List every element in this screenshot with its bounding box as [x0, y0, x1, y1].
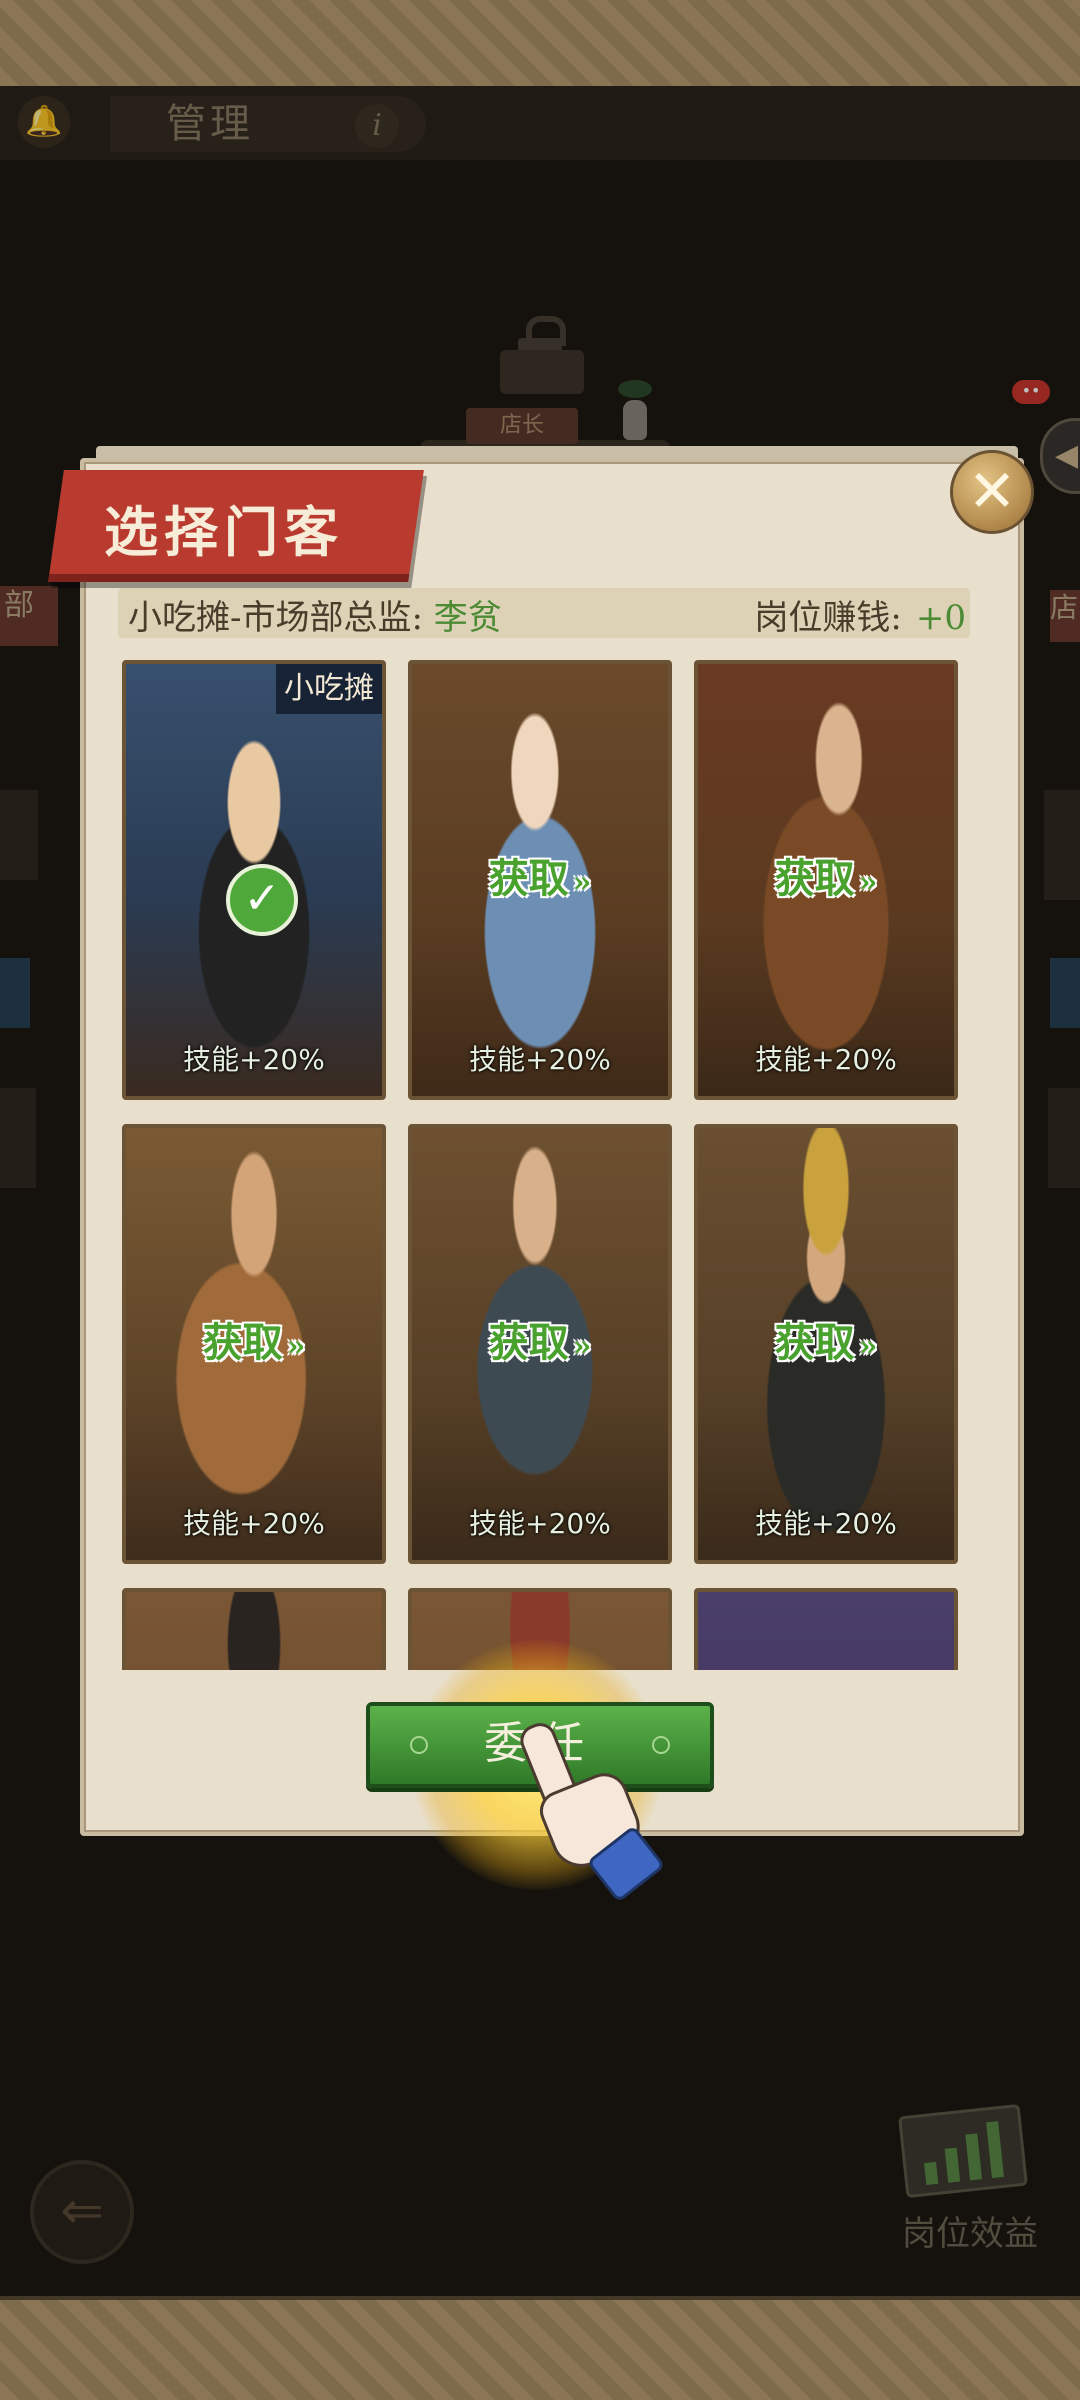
retainer-card[interactable]: 获取» 技能+20%	[122, 1124, 386, 1564]
earn-info: 岗位赚钱: +0	[754, 590, 966, 639]
double-chevron-icon: »	[572, 865, 592, 900]
bottom-border	[0, 2296, 1080, 2400]
skill-bonus: 技能+20%	[183, 1507, 325, 1540]
retainer-card[interactable]: 获取» 技能+20%	[408, 660, 672, 1100]
position-info: 小吃摊-市场部总监: 李贫	[128, 590, 502, 639]
double-chevron-icon: »	[286, 1329, 306, 1364]
retainer-card[interactable]: 小吃摊 ✓ 技能+20%	[122, 660, 386, 1100]
double-chevron-icon: »	[858, 1329, 878, 1364]
assignee-name: 李贫	[433, 598, 502, 638]
retainer-card[interactable]	[694, 1588, 958, 1670]
skill-bonus: 技能+20%	[469, 1507, 611, 1540]
retainer-card[interactable]: 获取» 技能+20%	[408, 1124, 672, 1564]
skill-bonus: 技能+20%	[183, 1043, 325, 1076]
shop-tag: 小吃摊	[276, 664, 382, 714]
obtain-label: 获取»	[202, 1319, 306, 1366]
retainer-card[interactable]: 获取» 技能+20%	[694, 1124, 958, 1564]
retainer-portrait	[698, 1592, 954, 1670]
obtain-label: 获取»	[774, 855, 878, 902]
position-label: 小吃摊-市场部总监:	[128, 598, 434, 638]
obtain-label: 获取»	[488, 855, 592, 902]
skill-bonus: 技能+20%	[469, 1043, 611, 1076]
close-button[interactable]: ✕	[950, 450, 1034, 534]
checkmark-icon: ✓	[226, 864, 298, 936]
earn-label: 岗位赚钱:	[754, 598, 902, 638]
top-border	[0, 0, 1080, 90]
obtain-label: 获取»	[488, 1319, 592, 1366]
retainer-portrait	[126, 1592, 382, 1670]
retainer-card[interactable]: 获取» 技能+20%	[694, 660, 958, 1100]
earn-value: +0	[915, 598, 966, 638]
obtain-label: 获取»	[774, 1319, 878, 1366]
skill-bonus: 技能+20%	[755, 1507, 897, 1540]
skill-bonus: 技能+20%	[755, 1043, 897, 1076]
dialog-title: 选择门客	[104, 500, 344, 564]
pointing-hand-icon	[515, 1718, 670, 1903]
retainer-card[interactable]	[122, 1588, 386, 1670]
double-chevron-icon: »	[572, 1329, 592, 1364]
double-chevron-icon: »	[858, 865, 878, 900]
retainer-grid: 小吃摊 ✓ 技能+20% 获取» 技能+20% 获取» 技能+20% 获取» 技…	[122, 660, 966, 1670]
